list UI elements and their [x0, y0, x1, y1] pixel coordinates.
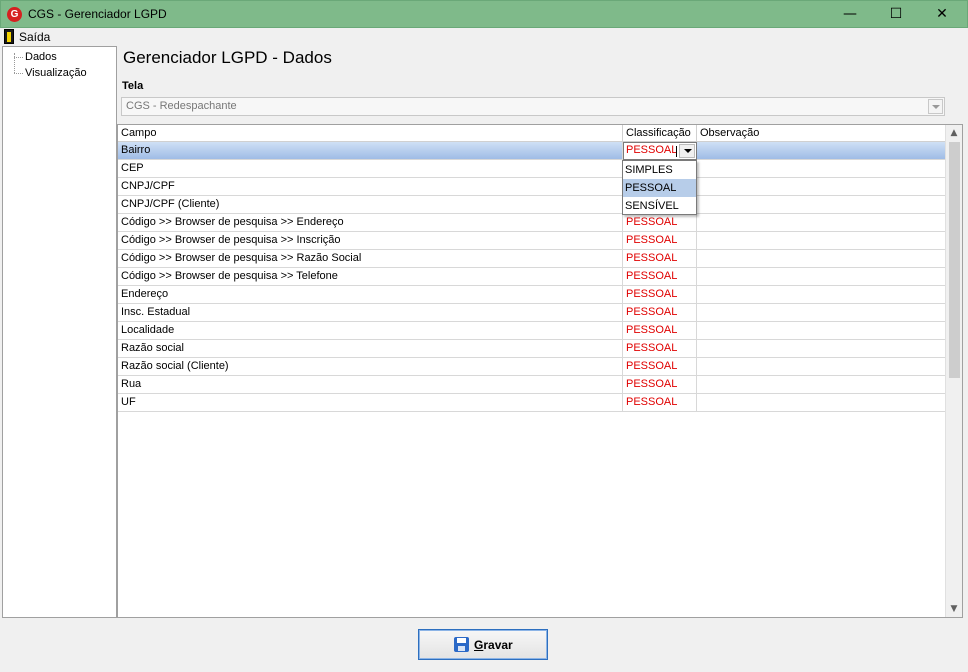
cell-campo: Código >> Browser de pesquisa >> Endereç… — [118, 214, 623, 232]
save-button[interactable]: Gravar — [418, 629, 548, 660]
door-exit-icon — [4, 29, 14, 44]
tela-select-value: CGS - Redespachante — [126, 100, 237, 112]
navigation-tree: Dados Visualização — [2, 46, 117, 618]
chevron-down-icon[interactable] — [928, 99, 943, 114]
cell-observacao[interactable] — [697, 286, 946, 304]
maximize-button[interactable]: ☐ — [873, 1, 919, 28]
tela-select[interactable]: CGS - Redespachante — [121, 97, 945, 116]
cell-observacao[interactable] — [697, 358, 946, 376]
cell-observacao[interactable] — [697, 268, 946, 286]
table-row[interactable]: Razão social PESSOAL — [118, 340, 946, 358]
cell-classificacao[interactable]: PESSOAL — [623, 232, 697, 250]
close-button[interactable]: ✕ — [919, 1, 965, 28]
cell-campo: UF — [118, 394, 623, 412]
cell-observacao[interactable] — [697, 250, 946, 268]
table-row[interactable]: Razão social (Cliente) PESSOAL — [118, 358, 946, 376]
cell-observacao[interactable] — [697, 304, 946, 322]
fields-grid: Campo Classificação Observação Bairro PE… — [117, 124, 963, 618]
floppy-disk-icon — [454, 637, 469, 652]
page-title: Gerenciador LGPD - Dados — [123, 48, 332, 67]
cell-observacao[interactable] — [697, 394, 946, 412]
title-bar: G CGS - Gerenciador LGPD — ☐ ✕ — [0, 0, 968, 28]
grid-vertical-scrollbar[interactable]: ▲ ▼ — [945, 125, 962, 617]
table-row[interactable]: CEP — [118, 160, 946, 178]
cell-campo: Código >> Browser de pesquisa >> Telefon… — [118, 268, 623, 286]
table-row[interactable]: Localidade PESSOAL — [118, 322, 946, 340]
cell-classificacao[interactable]: PESSOAL — [623, 268, 697, 286]
tree-item-dados[interactable]: Dados — [25, 51, 57, 63]
dropdown-option-simples[interactable]: SIMPLES — [623, 161, 696, 179]
table-row[interactable]: Código >> Browser de pesquisa >> Razão S… — [118, 250, 946, 268]
table-row[interactable]: Bairro PESSOAL — [118, 142, 946, 160]
tela-label: Tela — [122, 80, 144, 92]
cell-classificacao[interactable]: PESSOAL — [623, 358, 697, 376]
scroll-up-icon[interactable]: ▲ — [946, 125, 962, 141]
cell-classificacao[interactable]: PESSOAL — [623, 214, 697, 232]
grid-header: Campo Classificação Observação — [118, 125, 946, 142]
cell-campo: Razão social — [118, 340, 623, 358]
tree-connector — [14, 53, 15, 73]
table-row[interactable]: Insc. Estadual PESSOAL — [118, 304, 946, 322]
menu-item-exit[interactable]: Saída — [19, 30, 50, 44]
table-row[interactable]: CNPJ/CPF (Cliente) — [118, 196, 946, 214]
cell-campo: CNPJ/CPF (Cliente) — [118, 196, 623, 214]
table-row[interactable]: Código >> Browser de pesquisa >> Endereç… — [118, 214, 946, 232]
cell-observacao[interactable] — [697, 160, 946, 178]
cell-observacao[interactable] — [697, 376, 946, 394]
column-header-campo[interactable]: Campo — [118, 125, 623, 142]
chevron-down-icon[interactable] — [679, 144, 695, 158]
cell-campo: Rua — [118, 376, 623, 394]
minimize-button[interactable]: — — [827, 1, 873, 28]
scrollbar-thumb[interactable] — [949, 142, 960, 378]
cell-campo: Bairro — [118, 142, 623, 160]
cell-classificacao[interactable]: PESSOAL — [623, 322, 697, 340]
table-row[interactable]: Endereço PESSOAL — [118, 286, 946, 304]
classification-editor-value: PESSOAL — [626, 144, 678, 156]
column-header-classificacao[interactable]: Classificação — [623, 125, 697, 142]
cell-classificacao[interactable]: PESSOAL — [623, 304, 697, 322]
column-header-observacao[interactable]: Observação — [697, 125, 946, 142]
dropdown-option-sensivel[interactable]: SENSÍVEL — [623, 197, 696, 215]
table-row[interactable]: CNPJ/CPF — [118, 178, 946, 196]
cell-classificacao[interactable]: PESSOAL — [623, 376, 697, 394]
cell-campo: Razão social (Cliente) — [118, 358, 623, 376]
cell-campo: CEP — [118, 160, 623, 178]
save-button-label: Gravar — [474, 638, 513, 652]
classification-editor[interactable]: PESSOAL — [623, 142, 697, 160]
tree-connector — [14, 73, 23, 74]
table-row[interactable]: Rua PESSOAL — [118, 376, 946, 394]
dropdown-option-pessoal[interactable]: PESSOAL — [623, 179, 696, 197]
cell-classificacao[interactable]: PESSOAL — [623, 250, 697, 268]
cgs-logo-icon: G — [7, 7, 22, 22]
cell-campo: Código >> Browser de pesquisa >> Razão S… — [118, 250, 623, 268]
menu-bar: Saída — [0, 28, 968, 46]
cell-observacao[interactable] — [697, 196, 946, 214]
cell-observacao[interactable] — [697, 214, 946, 232]
table-row[interactable]: Código >> Browser de pesquisa >> Telefon… — [118, 268, 946, 286]
cell-campo: CNPJ/CPF — [118, 178, 623, 196]
tree-item-visualizacao[interactable]: Visualização — [25, 67, 87, 79]
table-row[interactable]: Código >> Browser de pesquisa >> Inscriç… — [118, 232, 946, 250]
cell-classificacao[interactable]: PESSOAL — [623, 286, 697, 304]
cell-campo: Localidade — [118, 322, 623, 340]
scroll-down-icon[interactable]: ▼ — [946, 601, 962, 617]
cell-observacao[interactable] — [697, 322, 946, 340]
table-row[interactable]: UF PESSOAL — [118, 394, 946, 412]
cell-campo: Insc. Estadual — [118, 304, 623, 322]
classification-dropdown: SIMPLES PESSOAL SENSÍVEL — [622, 160, 697, 215]
cell-observacao[interactable] — [697, 142, 946, 160]
cell-classificacao[interactable]: PESSOAL — [623, 394, 697, 412]
cell-classificacao[interactable]: PESSOAL — [623, 340, 697, 358]
cell-observacao[interactable] — [697, 340, 946, 358]
cell-campo: Endereço — [118, 286, 623, 304]
cell-observacao[interactable] — [697, 178, 946, 196]
cell-campo: Código >> Browser de pesquisa >> Inscriç… — [118, 232, 623, 250]
tree-connector — [14, 57, 23, 58]
window-title: CGS - Gerenciador LGPD — [28, 7, 167, 21]
text-caret — [676, 146, 677, 157]
cell-observacao[interactable] — [697, 232, 946, 250]
